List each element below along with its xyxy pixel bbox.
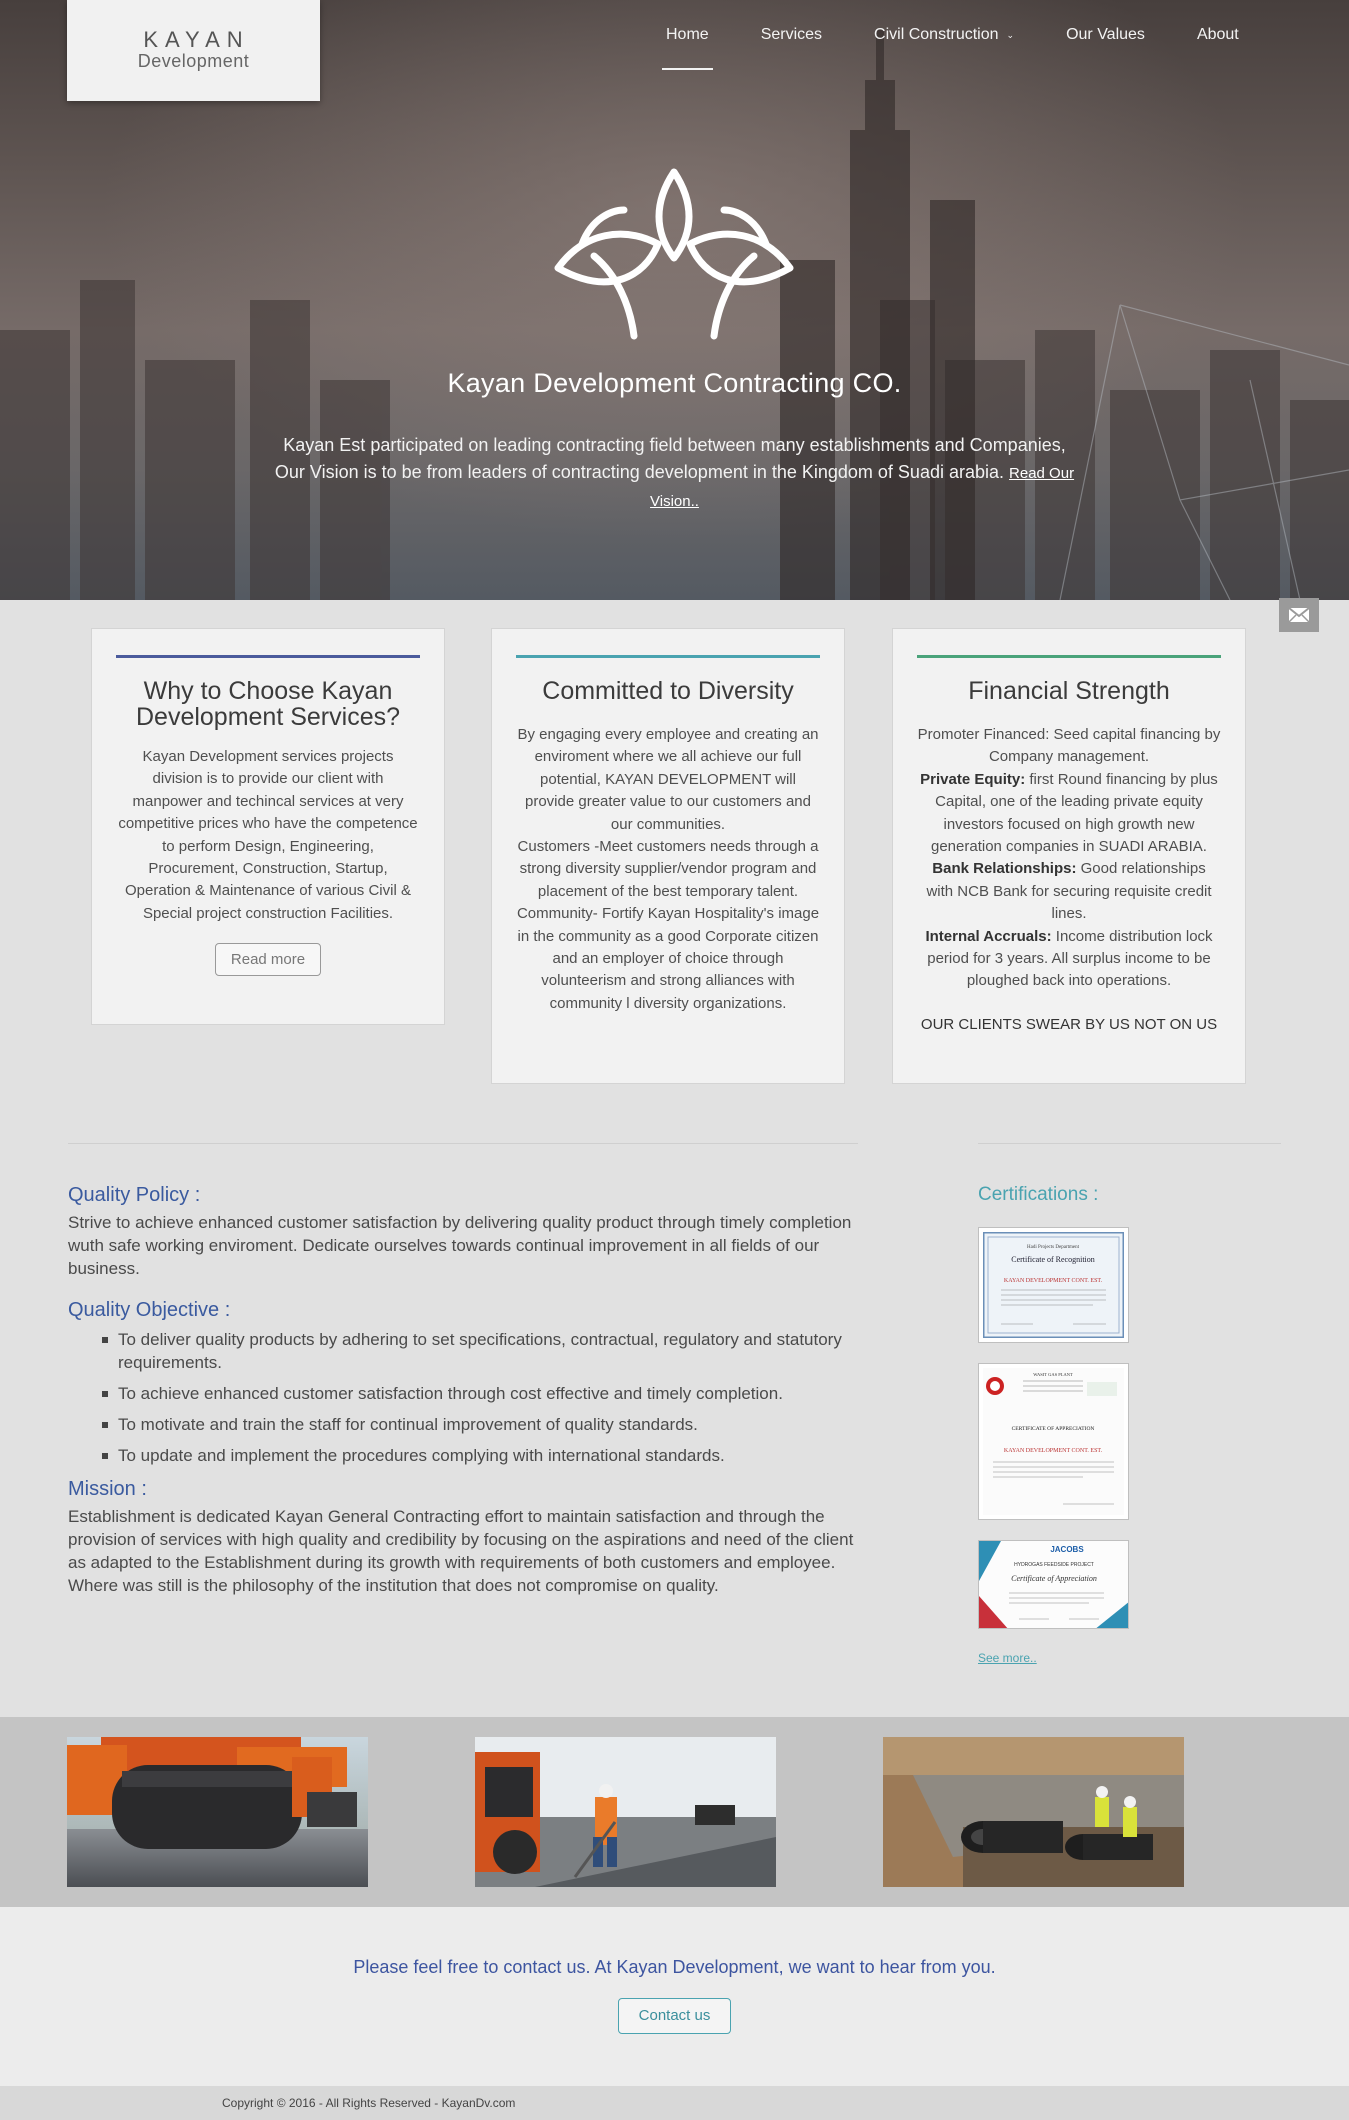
card-body: Kayan Development services projects divi… — [118, 748, 418, 922]
card-accent-bar — [116, 655, 420, 658]
photo-pipe-installation — [883, 1737, 1184, 1887]
label-internal-accruals: Internal Accruals: — [925, 927, 1052, 945]
footer: Copyright © 2016 - All Rights Reserved -… — [0, 2086, 1349, 2120]
nav-our-values[interactable]: Our Values — [1040, 0, 1171, 70]
nav-about[interactable]: About — [1171, 0, 1265, 70]
card-accent-bar — [917, 655, 1221, 658]
chevron-down-icon: ⌄ — [1006, 30, 1015, 40]
card-title: Committed to Diversity — [542, 677, 794, 705]
hero-section: KAYAN Development Home Services Civil Co… — [0, 0, 1349, 600]
clients-tagline: OUR CLIENTS SWEAR BY US NOT ON US — [920, 1015, 1218, 1033]
nav-our-values-label: Our Values — [1066, 26, 1145, 43]
card-paragraph: Private Equity: first Round financing by… — [917, 769, 1221, 859]
nav-home[interactable]: Home — [640, 0, 735, 70]
certificate-image: JACOBS HYDROGAS FEEDSIDE PROJECT Certifi… — [979, 1541, 1128, 1628]
cert1-line1: Hadi Projects Department — [1027, 1245, 1080, 1250]
card-paragraph: Promoter Financed: Seed capital financin… — [917, 726, 1221, 766]
certificate-recognition[interactable]: Hadi Projects Department Certificate of … — [978, 1227, 1129, 1343]
certifications-heading: Certifications : — [978, 1184, 1099, 1205]
list-item: To motivate and train the staff for cont… — [102, 1413, 858, 1436]
hero-description: Kayan Est participated on leading contra… — [270, 432, 1079, 515]
brand-title: KAYAN — [143, 27, 250, 52]
nav-services[interactable]: Services — [735, 0, 848, 70]
list-item: To update and implement the procedures c… — [102, 1444, 858, 1467]
quality-section: Quality Policy : Strive to achieve enhan… — [68, 1183, 858, 1597]
cert3-title: Certificate of Appreciation — [1011, 1574, 1097, 1583]
card-title: Why to Choose Kayan Development Services… — [135, 677, 400, 731]
card-paragraph: Bank Relationships: Good relationships w… — [917, 858, 1221, 925]
cert3-line1: HYDROGAS FEEDSIDE PROJECT — [1014, 1562, 1094, 1568]
nav-civil-construction[interactable]: Civil Construction ⌄ — [848, 0, 1040, 70]
certificate-jacobs[interactable]: JACOBS HYDROGAS FEEDSIDE PROJECT Certifi… — [978, 1540, 1129, 1629]
mission-heading: Mission : — [68, 1478, 147, 1500]
nav-civil-construction-label: Civil Construction — [874, 26, 999, 44]
read-more-button[interactable]: Read more — [214, 943, 322, 977]
quality-policy-text: Strive to achieve enhanced customer sati… — [68, 1213, 852, 1278]
section-divider — [68, 1143, 858, 1144]
section-divider — [978, 1143, 1281, 1144]
envelope-icon[interactable] — [1279, 598, 1319, 632]
nav-services-label: Services — [760, 26, 823, 43]
card-why-choose: Why to Choose Kayan Development Services… — [91, 628, 445, 1025]
list-item: To achieve enhanced customer satisfactio… — [102, 1382, 858, 1405]
card-paragraph: Community- Fortify Kayan Hospitality's i… — [516, 905, 820, 1012]
hero-text: Kayan Est participated on leading contra… — [274, 435, 1066, 482]
brand-logo[interactable]: KAYAN Development — [67, 0, 320, 101]
cert2-company: KAYAN DEVELOPMENT CONT. EST. — [1004, 1448, 1103, 1454]
leaf-emblem-icon — [554, 168, 794, 340]
quality-objectives-list: To deliver quality products by adhering … — [102, 1328, 858, 1467]
card-paragraph: By engaging every employee and creating … — [517, 726, 819, 833]
brand-subtitle: Development — [137, 51, 250, 71]
card-body: Promoter Financed: Seed capital financin… — [917, 724, 1221, 993]
see-more-link[interactable]: See more.. — [978, 1651, 1037, 1665]
certificate-image: WASIT GAS PLANT CERTIFICATE OF APPRECIAT… — [983, 1368, 1124, 1515]
label-bank-relationships: Bank Relationships: — [932, 860, 1077, 878]
cert3-brand: JACOBS — [1050, 1545, 1084, 1554]
card-accent-bar — [516, 655, 820, 658]
project-gallery — [0, 1717, 1349, 1907]
certifications: Certifications : Hadi Projects Departmen… — [978, 1183, 1178, 1667]
hero-title: Kayan Development Contracting CO. — [447, 368, 902, 398]
contact-section: Please feel free to contact us. At Kayan… — [0, 1907, 1349, 2086]
quality-objective-heading: Quality Objective : — [68, 1299, 231, 1321]
certificate-image: Hadi Projects Department Certificate of … — [981, 1230, 1126, 1340]
card-paragraph: Internal Accruals: Income distribution l… — [917, 926, 1221, 993]
cert2-line1: WASIT GAS PLANT — [1033, 1372, 1073, 1377]
card-paragraph: Customers -Meet customers needs through … — [517, 838, 819, 900]
nav-home-label: Home — [666, 26, 709, 43]
cert1-company: KAYAN DEVELOPMENT CONT. EST. — [1004, 1278, 1103, 1284]
cert1-title: Certificate of Recognition — [1011, 1255, 1095, 1264]
card-financial-strength: Financial Strength Promoter Financed: Se… — [892, 628, 1246, 1084]
photo-road-roller — [67, 1737, 368, 1887]
quality-policy-heading: Quality Policy : — [68, 1184, 201, 1206]
mission-text: Establishment is dedicated Kayan General… — [68, 1507, 854, 1595]
cert2-title: CERTIFICATE OF APPRECIATION — [1012, 1426, 1095, 1432]
list-item: To deliver quality products by adhering … — [102, 1328, 858, 1374]
main-nav: Home Services Civil Construction ⌄ Our Va… — [640, 0, 1265, 70]
photo-asphalt-worker — [475, 1737, 776, 1887]
contact-us-button[interactable]: Contact us — [617, 1998, 732, 2034]
label-private-equity: Private Equity: — [920, 770, 1026, 788]
card-body: By engaging every employee and creating … — [516, 724, 820, 1015]
card-title: Financial Strength — [968, 677, 1170, 705]
contact-message: Please feel free to contact us. At Kayan… — [353, 1957, 996, 1977]
copyright-text: Copyright © 2016 - All Rights Reserved -… — [222, 2096, 516, 2110]
certificate-appreciation-gas-plant[interactable]: WASIT GAS PLANT CERTIFICATE OF APPRECIAT… — [978, 1363, 1129, 1520]
card-diversity: Committed to Diversity By engaging every… — [491, 628, 845, 1084]
nav-about-label: About — [1196, 26, 1239, 43]
